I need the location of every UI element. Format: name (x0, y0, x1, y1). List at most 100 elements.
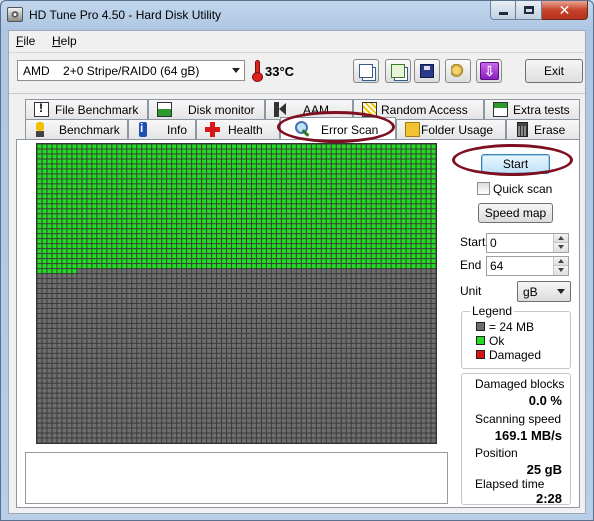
tab-benchmark[interactable]: Benchmark (25, 119, 128, 139)
minimize-button[interactable] (490, 1, 516, 20)
block-ok (311, 184, 316, 189)
block-unscanned (172, 294, 177, 298)
block-ok (107, 214, 112, 219)
exit-button[interactable]: Exit (525, 59, 583, 83)
block-unscanned (241, 279, 246, 284)
block-ok (366, 199, 371, 204)
block-unscanned (241, 333, 246, 338)
maximize-button[interactable] (516, 1, 542, 20)
block-ok (57, 144, 62, 149)
block-ok (276, 244, 281, 249)
block-ok (401, 249, 406, 254)
block-unscanned (67, 413, 72, 418)
close-button[interactable]: ✕ (542, 1, 588, 20)
block-ok (396, 239, 401, 244)
block-unscanned (326, 413, 331, 418)
tab-disk-monitor[interactable]: Disk monitor (148, 99, 265, 119)
block-unscanned (396, 363, 401, 368)
download-button[interactable]: ⇩ (476, 59, 502, 83)
tab-extra-tests[interactable]: Extra tests (484, 99, 580, 119)
block-unscanned (296, 348, 301, 353)
block-ok (37, 224, 42, 229)
block-unscanned (222, 383, 227, 388)
drive-name: 2+0 Stripe/RAID0 (64 gB) (63, 64, 200, 78)
block-unscanned (401, 378, 406, 383)
tab-info[interactable]: Info (128, 119, 196, 139)
tab-error-scan[interactable]: Error Scan (280, 117, 396, 139)
block-unscanned (207, 413, 212, 418)
block-ok (102, 254, 107, 259)
block-unscanned (256, 358, 261, 363)
block-unscanned (406, 353, 411, 358)
block-ok (401, 209, 406, 214)
block-unscanned (286, 313, 291, 318)
block-ok (117, 199, 122, 204)
block-unscanned (127, 408, 132, 413)
menu-file[interactable]: File (16, 34, 35, 48)
block-unscanned (142, 313, 147, 318)
block-unscanned (142, 308, 147, 313)
block-ok (386, 159, 391, 164)
options-button[interactable] (445, 59, 471, 83)
block-ok (316, 144, 321, 149)
tab-folder-usage[interactable]: Folder Usage (396, 119, 506, 139)
end-spin-down-icon[interactable] (553, 266, 568, 275)
block-ok (167, 229, 172, 234)
start-position-field[interactable]: 0 (486, 233, 569, 253)
block-ok (97, 189, 102, 194)
block-unscanned (112, 269, 117, 274)
copy-info-button[interactable] (353, 59, 379, 83)
block-ok (147, 264, 152, 269)
block-unscanned (77, 398, 82, 403)
title-bar[interactable]: HD Tune Pro 4.50 - Hard Disk Utility ✕ (1, 1, 593, 29)
tab-random-access[interactable]: Random Access (353, 99, 484, 119)
block-ok (416, 219, 421, 224)
end-spin-up-icon[interactable] (553, 257, 568, 266)
block-ok (381, 219, 386, 224)
block-ok (256, 224, 261, 229)
block-unscanned (381, 289, 386, 293)
start-spin-down-icon[interactable] (553, 243, 568, 252)
block-unscanned (411, 294, 416, 298)
block-unscanned (162, 323, 167, 328)
block-ok (296, 254, 301, 259)
block-unscanned (37, 328, 42, 333)
tab-erase[interactable]: Erase (506, 119, 580, 139)
copy-screenshot-button[interactable] (385, 59, 411, 83)
block-unscanned (251, 393, 256, 398)
block-unscanned (152, 298, 157, 303)
menu-help[interactable]: Help (52, 34, 77, 48)
block-ok (306, 189, 311, 194)
unit-select[interactable]: gB (517, 281, 571, 302)
block-ok (182, 214, 187, 219)
block-unscanned (232, 269, 236, 274)
drive-select[interactable]: AMD 2+0 Stripe/RAID0 (64 gB) (17, 60, 245, 81)
quick-scan-checkbox[interactable] (477, 182, 490, 195)
start-spin-up-icon[interactable] (553, 234, 568, 243)
block-unscanned (197, 428, 202, 433)
tab-aam[interactable]: AAM (265, 99, 353, 119)
block-ok (431, 244, 436, 249)
block-unscanned (271, 413, 276, 418)
save-button[interactable] (414, 59, 440, 83)
start-button[interactable]: Start (481, 154, 550, 174)
tab-file-benchmark[interactable]: File Benchmark (25, 99, 148, 119)
block-ok (117, 154, 122, 159)
block-ok (421, 169, 426, 174)
end-position-field[interactable]: 64 (486, 256, 569, 276)
speed-map-button[interactable]: Speed map (478, 203, 553, 223)
block-ok (341, 229, 346, 234)
block-ok (207, 199, 212, 204)
block-unscanned (217, 343, 222, 348)
block-unscanned (187, 269, 192, 274)
block-unscanned (102, 298, 107, 303)
block-ok (177, 169, 182, 174)
tab-health[interactable]: Health (196, 119, 280, 139)
block-unscanned (57, 373, 62, 378)
block-unscanned (182, 333, 187, 338)
block-unscanned (57, 438, 62, 443)
block-ok (361, 189, 366, 194)
block-ok (122, 144, 127, 149)
block-ok (182, 204, 187, 209)
block-unscanned (217, 363, 222, 368)
